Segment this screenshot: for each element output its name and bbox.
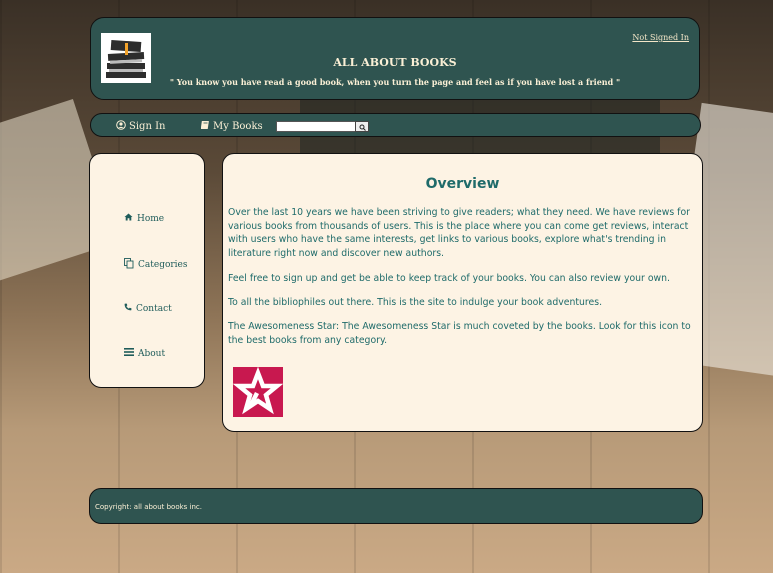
overview-paragraph: Over the last 10 years we have been stri… [228,207,690,259]
site-tagline: " You know you have read a good book, wh… [169,77,621,87]
search-input[interactable] [276,121,356,132]
nav-mybooks-label: My Books [213,121,263,132]
copy-icon [124,258,134,272]
sidebar-item-label: Home [137,213,165,224]
top-navbar: Sign In My Books [90,113,701,137]
sidebar-item-label: Contact [136,303,172,314]
list-icon [124,348,134,359]
nav-signin-label: Sign In [129,121,166,132]
nav-mybooks-link[interactable]: My Books [200,120,263,133]
overview-paragraph: The Awesomeness Star: The Awesomeness St… [228,321,691,346]
signin-status-link[interactable]: Not Signed In [632,33,689,42]
sidebar-item-categories[interactable]: Categories [124,258,188,272]
copyright-text: Copyright: all about books inc. [95,503,203,511]
search-button[interactable] [355,121,369,132]
site-title: ALL ABOUT BOOKS [333,56,457,69]
awesomeness-star-icon [232,366,284,417]
search-icon [359,119,366,134]
sidebar-item-home[interactable]: Home [124,213,164,224]
nav-signin-link[interactable]: Sign In [116,120,165,133]
sidebar-item-contact[interactable]: Contact [124,303,172,314]
site-header: Not Signed In ALL ABOUT BOOKS " You know… [90,17,700,100]
book-icon [200,120,210,133]
sidebar-nav: Home Categories Contact About [89,153,205,388]
sidebar-item-label: Categories [138,260,188,270]
sidebar-item-about[interactable]: About [124,348,165,359]
phone-icon [124,303,132,314]
main-content: Overview Over the last 10 years we have … [222,153,703,432]
page-title: Overview [425,176,500,192]
site-footer: Copyright: all about books inc. [89,488,703,524]
home-icon [124,213,133,224]
user-circle-icon [116,120,126,133]
overview-paragraph: To all the bibliophiles out there. This … [228,297,603,308]
sidebar-item-label: About [138,348,166,359]
overview-paragraph: Feel free to sign up and get be able to … [228,273,670,284]
